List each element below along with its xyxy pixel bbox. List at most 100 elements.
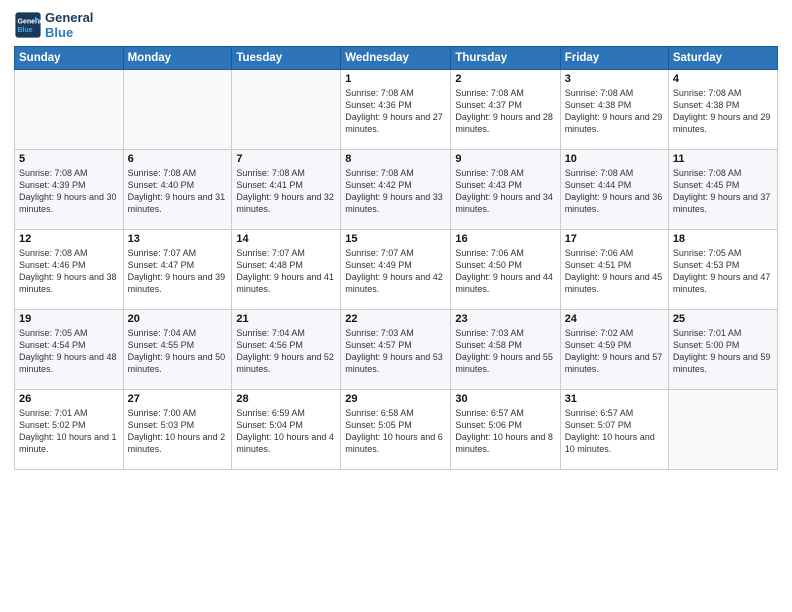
cell-info-text: Sunrise: 7:05 AM Sunset: 4:53 PM Dayligh… (673, 247, 773, 296)
cell-info-text: Sunrise: 7:03 AM Sunset: 4:58 PM Dayligh… (455, 327, 555, 376)
cell-info-text: Sunrise: 7:07 AM Sunset: 4:47 PM Dayligh… (128, 247, 228, 296)
cell-info-text: Sunrise: 7:08 AM Sunset: 4:36 PM Dayligh… (345, 87, 446, 136)
cell-info-text: Sunrise: 7:07 AM Sunset: 4:48 PM Dayligh… (236, 247, 336, 296)
svg-text:Blue: Blue (18, 27, 33, 34)
logo-icon: General Blue (14, 11, 42, 39)
calendar-cell: 15 Sunrise: 7:07 AM Sunset: 4:49 PM Dayli… (341, 230, 451, 310)
cell-info-text: Sunrise: 7:08 AM Sunset: 4:37 PM Dayligh… (455, 87, 555, 136)
calendar-cell: 18 Sunrise: 7:05 AM Sunset: 4:53 PM Dayli… (668, 230, 777, 310)
calendar-cell: 7 Sunrise: 7:08 AM Sunset: 4:41 PM Daylig… (232, 150, 341, 230)
cell-info-text: Sunrise: 6:57 AM Sunset: 5:07 PM Dayligh… (565, 407, 664, 456)
calendar-cell: 26Sunrise: 7:01 AM Sunset: 5:02 PM Dayli… (15, 390, 124, 470)
cell-info-text: Sunrise: 7:08 AM Sunset: 4:44 PM Dayligh… (565, 167, 664, 216)
calendar-cell: 13 Sunrise: 7:07 AM Sunset: 4:47 PM Dayli… (123, 230, 232, 310)
logo: General Blue General Blue (14, 10, 93, 40)
calendar-week-row: 1 Sunrise: 7:08 AM Sunset: 4:36 PM Daylig… (15, 70, 778, 150)
calendar-week-row: 19Sunrise: 7:05 AM Sunset: 4:54 PM Dayli… (15, 310, 778, 390)
calendar-cell: 12 Sunrise: 7:08 AM Sunset: 4:46 PM Dayli… (15, 230, 124, 310)
cell-info-text: Sunrise: 7:08 AM Sunset: 4:41 PM Dayligh… (236, 167, 336, 216)
cell-info-text: Sunrise: 7:05 AM Sunset: 4:54 PM Dayligh… (19, 327, 119, 376)
cell-date-number: 14 (236, 233, 336, 245)
cell-date-number: 3 (565, 73, 664, 85)
calendar-cell: 10 Sunrise: 7:08 AM Sunset: 4:44 PM Dayli… (560, 150, 668, 230)
cell-date-number: 27 (128, 393, 228, 405)
calendar-cell: 8 Sunrise: 7:08 AM Sunset: 4:42 PM Daylig… (341, 150, 451, 230)
calendar-cell: 31 Sunrise: 6:57 AM Sunset: 5:07 PM Dayli… (560, 390, 668, 470)
calendar-cell: 5 Sunrise: 7:08 AM Sunset: 4:39 PM Daylig… (15, 150, 124, 230)
cell-date-number: 18 (673, 233, 773, 245)
cell-info-text: Sunrise: 7:08 AM Sunset: 4:45 PM Dayligh… (673, 167, 773, 216)
calendar-cell: 6 Sunrise: 7:08 AM Sunset: 4:40 PM Daylig… (123, 150, 232, 230)
cell-date-number: 7 (236, 153, 336, 165)
calendar-cell: 3 Sunrise: 7:08 AM Sunset: 4:38 PM Daylig… (560, 70, 668, 150)
cell-date-number: 10 (565, 153, 664, 165)
cell-info-text: Sunrise: 7:08 AM Sunset: 4:46 PM Dayligh… (19, 247, 119, 296)
cell-date-number: 11 (673, 153, 773, 165)
calendar-header-tuesday: Tuesday (232, 47, 341, 70)
calendar-cell: 1 Sunrise: 7:08 AM Sunset: 4:36 PM Daylig… (341, 70, 451, 150)
cell-date-number: 29 (345, 393, 446, 405)
header: General Blue General Blue (14, 10, 778, 40)
cell-info-text: Sunrise: 7:08 AM Sunset: 4:42 PM Dayligh… (345, 167, 446, 216)
calendar-cell: 2Sunrise: 7:08 AM Sunset: 4:37 PM Daylig… (451, 70, 560, 150)
logo-text: General Blue (45, 10, 93, 40)
calendar-header-thursday: Thursday (451, 47, 560, 70)
calendar-cell: 25Sunrise: 7:01 AM Sunset: 5:00 PM Dayli… (668, 310, 777, 390)
cell-date-number: 28 (236, 393, 336, 405)
cell-info-text: Sunrise: 6:57 AM Sunset: 5:06 PM Dayligh… (455, 407, 555, 456)
cell-date-number: 13 (128, 233, 228, 245)
cell-info-text: Sunrise: 7:08 AM Sunset: 4:43 PM Dayligh… (455, 167, 555, 216)
calendar-cell: 9Sunrise: 7:08 AM Sunset: 4:43 PM Daylig… (451, 150, 560, 230)
cell-info-text: Sunrise: 7:08 AM Sunset: 4:39 PM Dayligh… (19, 167, 119, 216)
calendar-header-friday: Friday (560, 47, 668, 70)
calendar-cell (232, 70, 341, 150)
cell-info-text: Sunrise: 7:06 AM Sunset: 4:51 PM Dayligh… (565, 247, 664, 296)
cell-date-number: 22 (345, 313, 446, 325)
cell-info-text: Sunrise: 7:04 AM Sunset: 4:56 PM Dayligh… (236, 327, 336, 376)
cell-info-text: Sunrise: 7:08 AM Sunset: 4:40 PM Dayligh… (128, 167, 228, 216)
calendar-cell (15, 70, 124, 150)
calendar-header-wednesday: Wednesday (341, 47, 451, 70)
calendar-header-saturday: Saturday (668, 47, 777, 70)
calendar-cell: 23 Sunrise: 7:03 AM Sunset: 4:58 PM Dayli… (451, 310, 560, 390)
cell-date-number: 12 (19, 233, 119, 245)
calendar-cell: 17 Sunrise: 7:06 AM Sunset: 4:51 PM Dayli… (560, 230, 668, 310)
cell-date-number: 21 (236, 313, 336, 325)
calendar-week-row: 26Sunrise: 7:01 AM Sunset: 5:02 PM Dayli… (15, 390, 778, 470)
calendar-cell: 28Sunrise: 6:59 AM Sunset: 5:04 PM Dayli… (232, 390, 341, 470)
cell-date-number: 8 (345, 153, 446, 165)
calendar-week-row: 5 Sunrise: 7:08 AM Sunset: 4:39 PM Daylig… (15, 150, 778, 230)
cell-date-number: 31 (565, 393, 664, 405)
calendar-cell: 27 Sunrise: 7:00 AM Sunset: 5:03 PM Dayli… (123, 390, 232, 470)
cell-date-number: 23 (455, 313, 555, 325)
cell-info-text: Sunrise: 7:03 AM Sunset: 4:57 PM Dayligh… (345, 327, 446, 376)
cell-date-number: 1 (345, 73, 446, 85)
calendar-cell (123, 70, 232, 150)
cell-info-text: Sunrise: 7:04 AM Sunset: 4:55 PM Dayligh… (128, 327, 228, 376)
calendar-cell: 21 Sunrise: 7:04 AM Sunset: 4:56 PM Dayli… (232, 310, 341, 390)
calendar-cell: 29 Sunrise: 6:58 AM Sunset: 5:05 PM Dayli… (341, 390, 451, 470)
calendar-cell: 11 Sunrise: 7:08 AM Sunset: 4:45 PM Dayli… (668, 150, 777, 230)
cell-date-number: 6 (128, 153, 228, 165)
calendar-cell: 19Sunrise: 7:05 AM Sunset: 4:54 PM Dayli… (15, 310, 124, 390)
calendar-header-sunday: Sunday (15, 47, 124, 70)
cell-info-text: Sunrise: 7:00 AM Sunset: 5:03 PM Dayligh… (128, 407, 228, 456)
calendar-cell: 30Sunrise: 6:57 AM Sunset: 5:06 PM Dayli… (451, 390, 560, 470)
calendar-cell: 16Sunrise: 7:06 AM Sunset: 4:50 PM Dayli… (451, 230, 560, 310)
page: General Blue General Blue SundayMondayTu… (0, 0, 792, 612)
calendar-header-row: SundayMondayTuesdayWednesdayThursdayFrid… (15, 47, 778, 70)
cell-info-text: Sunrise: 6:58 AM Sunset: 5:05 PM Dayligh… (345, 407, 446, 456)
cell-date-number: 15 (345, 233, 446, 245)
cell-date-number: 26 (19, 393, 119, 405)
cell-date-number: 17 (565, 233, 664, 245)
calendar-cell: 24 Sunrise: 7:02 AM Sunset: 4:59 PM Dayli… (560, 310, 668, 390)
cell-date-number: 24 (565, 313, 664, 325)
cell-date-number: 4 (673, 73, 773, 85)
cell-date-number: 20 (128, 313, 228, 325)
calendar-cell: 20 Sunrise: 7:04 AM Sunset: 4:55 PM Dayli… (123, 310, 232, 390)
calendar-week-row: 12 Sunrise: 7:08 AM Sunset: 4:46 PM Dayli… (15, 230, 778, 310)
cell-info-text: Sunrise: 7:07 AM Sunset: 4:49 PM Dayligh… (345, 247, 446, 296)
cell-date-number: 5 (19, 153, 119, 165)
cell-info-text: Sunrise: 7:02 AM Sunset: 4:59 PM Dayligh… (565, 327, 664, 376)
cell-info-text: Sunrise: 7:08 AM Sunset: 4:38 PM Dayligh… (565, 87, 664, 136)
